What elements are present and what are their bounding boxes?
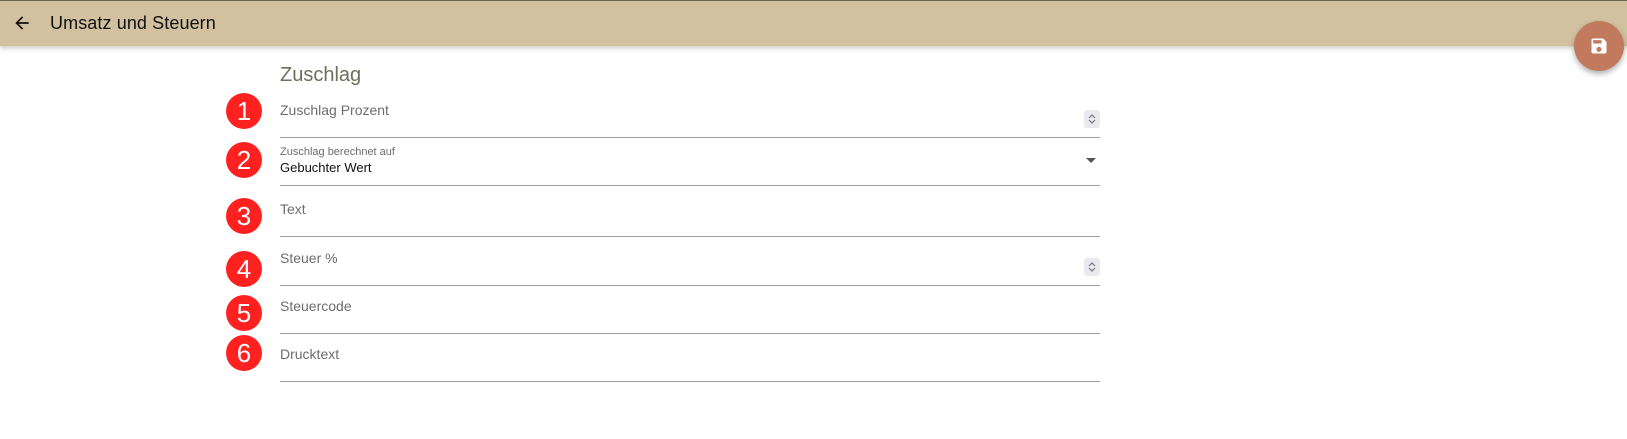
step-badge: 5 [226,295,262,331]
chevron-down-icon[interactable] [1086,158,1096,163]
steuer-prozent-field[interactable]: Steuer % [280,246,1100,286]
zuschlag-prozent-field[interactable]: Zuschlag Prozent [280,98,1100,138]
section-title: Zuschlag [280,64,362,86]
save-button[interactable] [1574,21,1624,71]
step-badge: 3 [226,198,262,234]
steuercode-field[interactable]: Steuercode [280,294,1100,334]
drucktext-label: Drucktext [280,346,340,362]
page-title: Umsatz und Steuern [50,13,216,33]
save-icon [1591,38,1607,54]
zuschlag-prozent-label: Zuschlag Prozent [280,102,389,118]
spinner-icon [1088,114,1096,124]
zuschlag-berechnet-auf-value: Gebuchter Wert [280,160,372,175]
zuschlag-berechnet-auf-select[interactable]: Zuschlag berechnet auf Gebuchter Wert [280,146,1100,186]
step-badge: 1 [226,93,262,129]
back-button[interactable] [10,11,34,35]
step-badge: 2 [226,142,262,178]
steuercode-label: Steuercode [280,298,352,314]
number-spinner[interactable] [1084,110,1100,128]
zuschlag-berechnet-auf-label: Zuschlag berechnet auf [280,146,395,158]
step-badge: 4 [226,251,262,287]
app-bar: Umsatz und Steuern [0,0,1627,46]
spinner-icon [1088,262,1096,272]
arrow-left-icon [15,16,29,30]
step-badge: 6 [226,335,262,371]
steuer-prozent-label: Steuer % [280,250,338,266]
text-field[interactable]: Text [280,197,1100,237]
drucktext-field[interactable]: Drucktext [280,342,1100,382]
number-spinner[interactable] [1084,258,1100,276]
text-label: Text [280,201,306,217]
